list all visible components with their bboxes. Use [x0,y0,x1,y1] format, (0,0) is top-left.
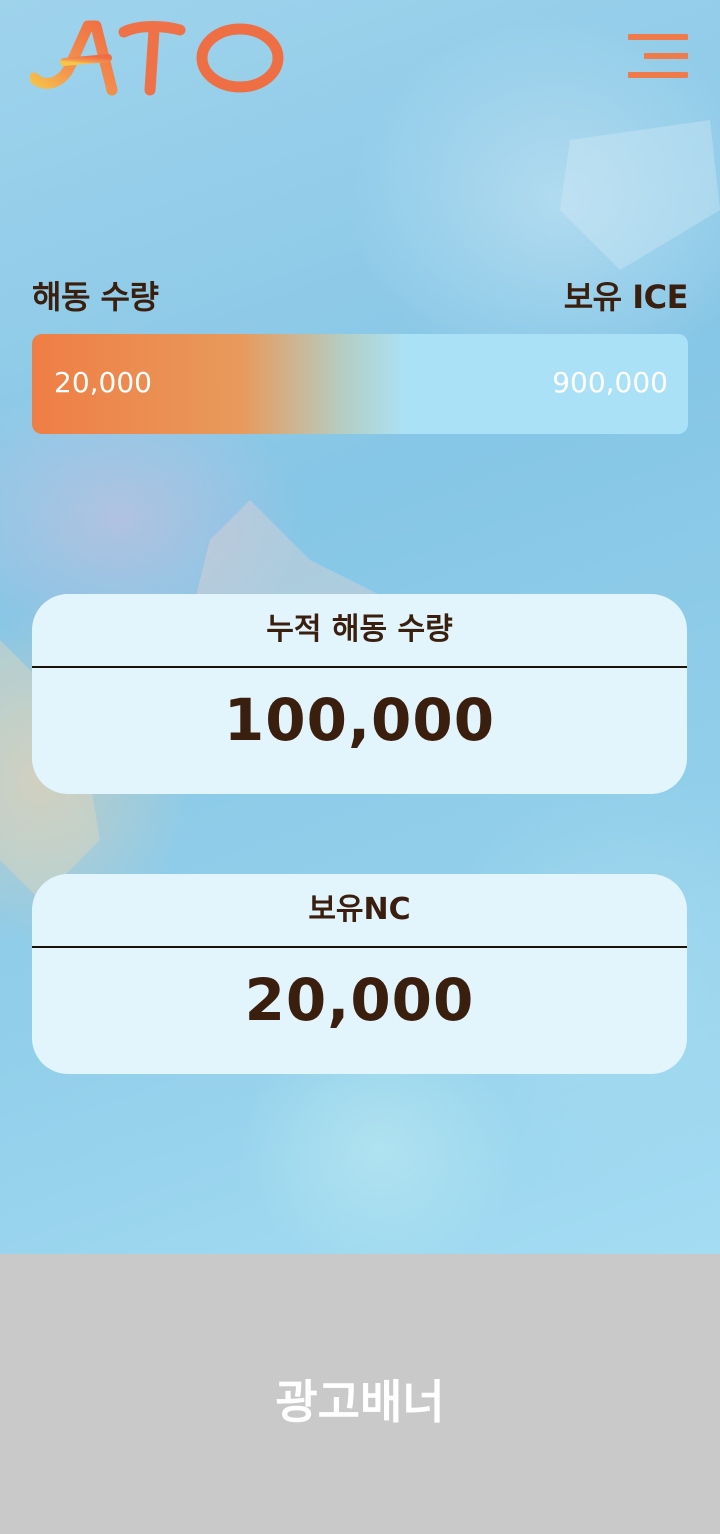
card-title: 보유NC [308,892,411,927]
thaw-slider-bar[interactable]: 20,000 900,000 [32,334,688,434]
thaw-quantity-label: 해동 수량 [32,278,159,316]
divider [32,946,687,948]
held-ice-label: 보유 ICE [563,278,689,316]
cumulative-thaw-card: 누적 해동 수량 100,000 [32,594,687,794]
held-nc-card: 보유NC 20,000 [32,874,687,1074]
ad-banner[interactable]: 광고배너 [0,1254,720,1534]
thaw-labels: 해동 수량 보유 ICE [32,272,689,316]
card-value: 100,000 [223,686,496,754]
ato-logo [30,20,284,96]
card-value: 20,000 [244,966,475,1034]
hamburger-menu-icon [628,34,688,40]
hamburger-menu-icon [628,72,688,78]
ad-banner-label: 광고배너 [275,1375,445,1429]
thaw-min-value: 20,000 [54,366,152,399]
card-title: 누적 해동 수량 [266,612,453,647]
thaw-max-value: 900,000 [552,366,668,399]
divider [32,666,687,668]
ice-shard-decoration [560,120,720,270]
menu-button[interactable] [626,34,688,78]
hamburger-menu-icon [644,53,688,59]
